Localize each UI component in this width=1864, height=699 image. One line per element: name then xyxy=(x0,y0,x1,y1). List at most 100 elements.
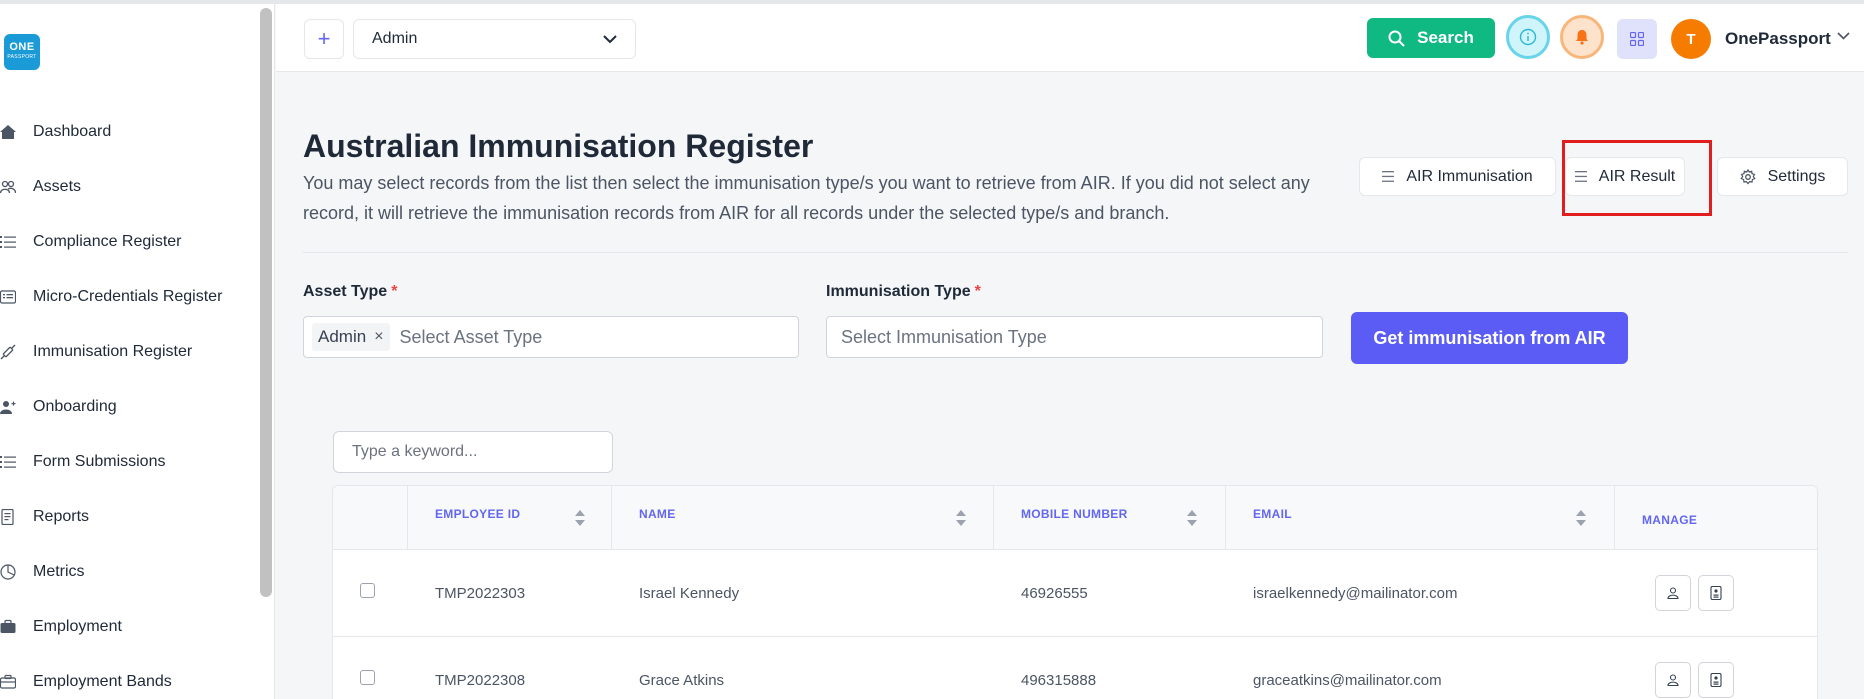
badge-icon xyxy=(1710,586,1722,600)
sidebar-item-dashboard[interactable]: Dashboard xyxy=(0,104,255,159)
search-button[interactable]: Search xyxy=(1367,18,1495,58)
get-immunisation-button[interactable]: Get immunisation from AIR xyxy=(1351,312,1628,364)
info-button[interactable] xyxy=(1506,15,1550,59)
column-header-name[interactable]: NAME xyxy=(612,486,994,550)
select-column-header xyxy=(333,486,408,550)
user-avatar[interactable]: T xyxy=(1671,19,1711,59)
settings-button[interactable]: Settings xyxy=(1717,157,1848,196)
chevron-down-icon xyxy=(603,34,617,43)
sidebar-item-employment[interactable]: Employment xyxy=(0,599,255,654)
section-divider xyxy=(303,252,1848,253)
asset-type-label-text: Asset Type xyxy=(303,283,388,300)
air-immunisation-button[interactable]: AIR Immunisation xyxy=(1359,157,1556,196)
tag-remove-icon[interactable]: × xyxy=(374,328,383,346)
employee-table: EMPLOYEE ID NAME MOBILE NUMBER EMAIL MAN… xyxy=(332,485,1818,699)
add-button[interactable]: + xyxy=(304,19,344,59)
view-record-button[interactable] xyxy=(1698,575,1734,611)
user-icon xyxy=(1667,674,1679,686)
view-profile-button[interactable] xyxy=(1655,575,1691,611)
asset-type-tag-label: Admin xyxy=(318,327,367,346)
sidebar-item-compliance-register[interactable]: Compliance Register xyxy=(0,214,255,269)
badge-icon xyxy=(1710,673,1722,687)
table-row: TMP2022303 Israel Kennedy 46926555 israe… xyxy=(333,550,1817,637)
main-content: Australian Immunisation Register You may… xyxy=(276,72,1864,699)
plus-icon: + xyxy=(317,26,331,51)
onepassport-logo[interactable]: ONE PASSPORT xyxy=(4,34,40,70)
table-header: EMPLOYEE ID NAME MOBILE NUMBER EMAIL MAN… xyxy=(333,486,1817,550)
list-icon xyxy=(0,454,33,470)
row-checkbox[interactable] xyxy=(360,583,375,598)
asset-type-select[interactable]: Admin × Select Asset Type xyxy=(303,316,799,358)
menu-icon xyxy=(1382,171,1395,182)
cell-email: israelkennedy@mailinator.com xyxy=(1253,585,1458,602)
column-header-label: NAME xyxy=(639,507,676,521)
bell-icon xyxy=(1576,30,1588,45)
view-profile-button[interactable] xyxy=(1655,662,1691,698)
page-title: Australian Immunisation Register xyxy=(303,128,814,164)
cell-mobile: 496315888 xyxy=(1021,672,1097,689)
column-header-label: EMAIL xyxy=(1253,507,1292,521)
sidebar-item-label: Form Submissions xyxy=(33,452,166,470)
sidebar-nav: Dashboard Assets Compliance Register Mic… xyxy=(0,104,255,699)
cell-email: graceatkins@mailinator.com xyxy=(1253,672,1442,689)
asset-type-tag: Admin × xyxy=(312,323,390,351)
cell-employee-id: TMP2022303 xyxy=(435,585,526,602)
chevron-down-icon[interactable] xyxy=(1837,32,1850,40)
sidebar-item-form-submissions[interactable]: Form Submissions xyxy=(0,434,255,489)
user-icon xyxy=(1667,587,1679,599)
sidebar: ONE PASSPORT Dashboard Assets Compliance… xyxy=(0,4,275,699)
view-record-button[interactable] xyxy=(1698,662,1734,698)
logo-text-top: ONE xyxy=(9,41,35,53)
sort-icon[interactable] xyxy=(1576,510,1586,526)
keyword-search-input[interactable]: Type a keyword... xyxy=(333,431,613,473)
branch-select-value: Admin xyxy=(372,30,418,47)
sidebar-item-employment-bands[interactable]: Employment Bands xyxy=(0,654,255,699)
sidebar-item-micro-credentials-register[interactable]: Micro-Credentials Register xyxy=(0,269,255,324)
briefcase-icon xyxy=(0,619,33,635)
user-name[interactable]: OnePassport xyxy=(1725,29,1831,49)
settings-label: Settings xyxy=(1767,167,1826,185)
pie-chart-icon xyxy=(0,563,33,580)
sidebar-item-metrics[interactable]: Metrics xyxy=(0,544,255,599)
column-header-manage: MANAGE xyxy=(1615,486,1817,550)
home-icon xyxy=(0,124,33,140)
id-card-icon xyxy=(0,289,33,305)
notifications-button[interactable] xyxy=(1560,15,1604,59)
highlight-box xyxy=(1562,140,1712,216)
sort-icon[interactable] xyxy=(575,510,585,526)
sort-icon[interactable] xyxy=(956,510,966,526)
column-header-email[interactable]: EMAIL xyxy=(1226,486,1615,550)
sort-icon[interactable] xyxy=(1187,510,1197,526)
sidebar-item-label: Immunisation Register xyxy=(33,342,193,360)
briefcase-icon xyxy=(0,674,33,690)
cell-name: Israel Kennedy xyxy=(639,585,740,602)
sidebar-item-label: Employment Bands xyxy=(33,672,172,690)
syringe-icon xyxy=(0,344,33,360)
users-icon xyxy=(0,179,33,195)
immunisation-type-select[interactable]: Select Immunisation Type xyxy=(826,316,1323,358)
apps-button[interactable] xyxy=(1617,19,1657,59)
air-immunisation-label: AIR Immunisation xyxy=(1406,167,1533,185)
column-header-employee-id[interactable]: EMPLOYEE ID xyxy=(408,486,612,550)
table-row: TMP2022308 Grace Atkins 496315888 gracea… xyxy=(333,637,1817,699)
sidebar-item-immunisation-register[interactable]: Immunisation Register xyxy=(0,324,255,379)
column-header-label: MOBILE NUMBER xyxy=(1021,507,1128,521)
column-header-label: EMPLOYEE ID xyxy=(435,507,521,521)
user-initial: T xyxy=(1686,30,1696,48)
list-icon xyxy=(0,234,33,250)
required-mark: * xyxy=(391,283,398,300)
sidebar-item-label: Compliance Register xyxy=(33,232,182,250)
document-icon xyxy=(0,508,33,525)
branch-select[interactable]: Admin xyxy=(353,19,636,59)
sidebar-item-label: Micro-Credentials Register xyxy=(33,287,223,305)
sidebar-item-assets[interactable]: Assets xyxy=(0,159,255,214)
top-header: + Admin Search T OnePassport xyxy=(276,4,1864,72)
row-checkbox[interactable] xyxy=(360,670,375,685)
column-header-mobile-number[interactable]: MOBILE NUMBER xyxy=(994,486,1226,550)
info-icon xyxy=(1519,28,1537,46)
sidebar-item-label: Reports xyxy=(33,507,90,525)
sidebar-item-onboarding[interactable]: Onboarding xyxy=(0,379,255,434)
sidebar-scrollbar[interactable] xyxy=(260,8,272,597)
sidebar-item-reports[interactable]: Reports xyxy=(0,489,255,544)
search-icon xyxy=(1388,30,1405,47)
